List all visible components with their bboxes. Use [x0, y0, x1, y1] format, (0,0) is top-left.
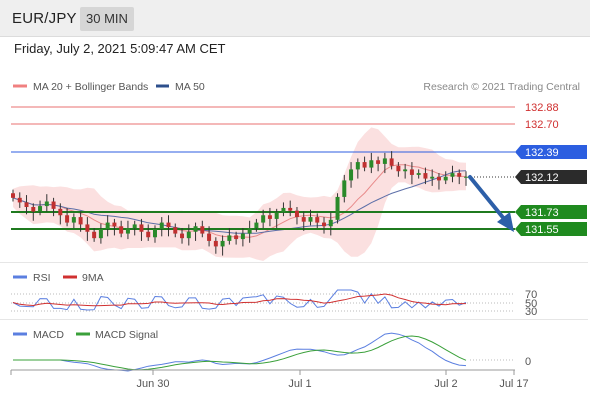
candle-body: [315, 217, 320, 223]
x-tick-label: Jul 1: [288, 378, 311, 390]
candle-body: [92, 231, 97, 239]
bollinger-band-area: [13, 127, 466, 262]
candle-body: [294, 210, 299, 218]
candle-body: [78, 217, 83, 225]
resistance2-label: 132.88: [525, 102, 559, 114]
candle-body: [166, 222, 171, 228]
candle-body: [355, 162, 360, 170]
candle-body: [389, 158, 394, 166]
candle-body: [396, 165, 401, 172]
macd-lines: [13, 332, 467, 372]
candle-body: [443, 176, 448, 181]
candle-body: [186, 231, 191, 239]
candle-body: [274, 212, 279, 219]
candle-body: [342, 180, 347, 197]
candle-body: [288, 207, 293, 211]
candle-body: [362, 162, 367, 168]
bollinger-bands: [13, 127, 466, 262]
candle-body: [132, 224, 137, 229]
candle-body: [464, 176, 468, 178]
candle-body: [112, 222, 117, 227]
x-tick-label: Jul 2: [434, 378, 457, 390]
candle-body: [328, 219, 333, 227]
candle-body: [152, 229, 157, 238]
candle-body: [423, 173, 428, 179]
candle-body: [38, 206, 43, 212]
legend-rsi-ma-label: 9MA: [82, 272, 104, 284]
candle-body: [180, 233, 185, 239]
candle-body: [261, 215, 266, 223]
candle-body: [125, 228, 130, 234]
candle-body: [11, 193, 15, 198]
candle-body: [409, 169, 414, 175]
candle-body: [98, 229, 103, 239]
rsi-ma-line: [12, 293, 466, 307]
candle-body: [105, 222, 110, 229]
candle-body: [281, 207, 286, 213]
rsi-lines: [12, 289, 467, 311]
candle-body: [322, 222, 327, 227]
rsi-tick-30: 30: [525, 306, 537, 318]
candle-body: [416, 173, 421, 175]
candle-body: [240, 233, 245, 240]
candle-body: [369, 160, 374, 168]
candle-body: [220, 240, 225, 247]
legend-ma50-label: MA 50: [175, 81, 205, 93]
candle-body: [213, 240, 218, 247]
support2-label: 131.55: [525, 224, 559, 236]
candle-body: [227, 235, 232, 241]
candle-body: [436, 176, 441, 181]
candle-body: [207, 233, 212, 241]
forecast-arrow-shaft: [468, 175, 507, 222]
candle-body: [335, 196, 340, 220]
candle-body: [44, 201, 49, 207]
macd-signal-line: [13, 335, 467, 371]
candle-body: [200, 226, 205, 234]
candle-body: [234, 235, 239, 240]
credit-text: Research © 2021 Trading Central: [423, 81, 580, 93]
candle-body: [24, 202, 29, 207]
candle-body: [308, 217, 313, 222]
x-tick-label: Jun 30: [136, 378, 169, 390]
candle-body: [267, 215, 272, 219]
candle-body: [430, 176, 435, 179]
support1-label: 131.73: [525, 207, 559, 219]
candle-body: [301, 217, 306, 222]
legend-macd-signal-label: MACD Signal: [95, 329, 158, 341]
candle-body: [403, 169, 408, 172]
candle-body: [65, 215, 70, 223]
candle-body: [51, 201, 56, 209]
candle-body: [159, 222, 164, 229]
price-chart: MA 20 + Bollinger Bands MA 50 Research ©…: [10, 81, 587, 390]
rsi-line: [12, 289, 467, 311]
legend-macd-label: MACD: [33, 329, 64, 341]
x-tick-label: Jul 17: [499, 378, 528, 390]
candle-body: [376, 160, 381, 164]
candle-body: [457, 173, 462, 177]
candle-body: [349, 169, 354, 181]
candle-body: [85, 224, 90, 232]
legend-ma20-label: MA 20 + Bollinger Bands: [33, 81, 148, 93]
candle-body: [119, 226, 124, 234]
candle-body: [146, 231, 151, 238]
candle-body: [254, 222, 259, 229]
candle-body: [193, 226, 198, 232]
candle-body: [139, 224, 144, 232]
candle-body: [17, 197, 22, 203]
candle-body: [71, 217, 76, 223]
pivot-label: 132.39: [525, 147, 559, 159]
legend-rsi-label: RSI: [33, 272, 51, 284]
candle-body: [450, 173, 455, 177]
candle-body: [31, 207, 36, 212]
current-price-label: 132.12: [525, 172, 559, 184]
candle-body: [58, 208, 63, 216]
candle-body: [382, 158, 387, 164]
candle-body: [173, 227, 178, 234]
macd-tick-0: 0: [525, 356, 531, 368]
candle-body: [247, 228, 252, 234]
resistance1-label: 132.70: [525, 119, 559, 131]
